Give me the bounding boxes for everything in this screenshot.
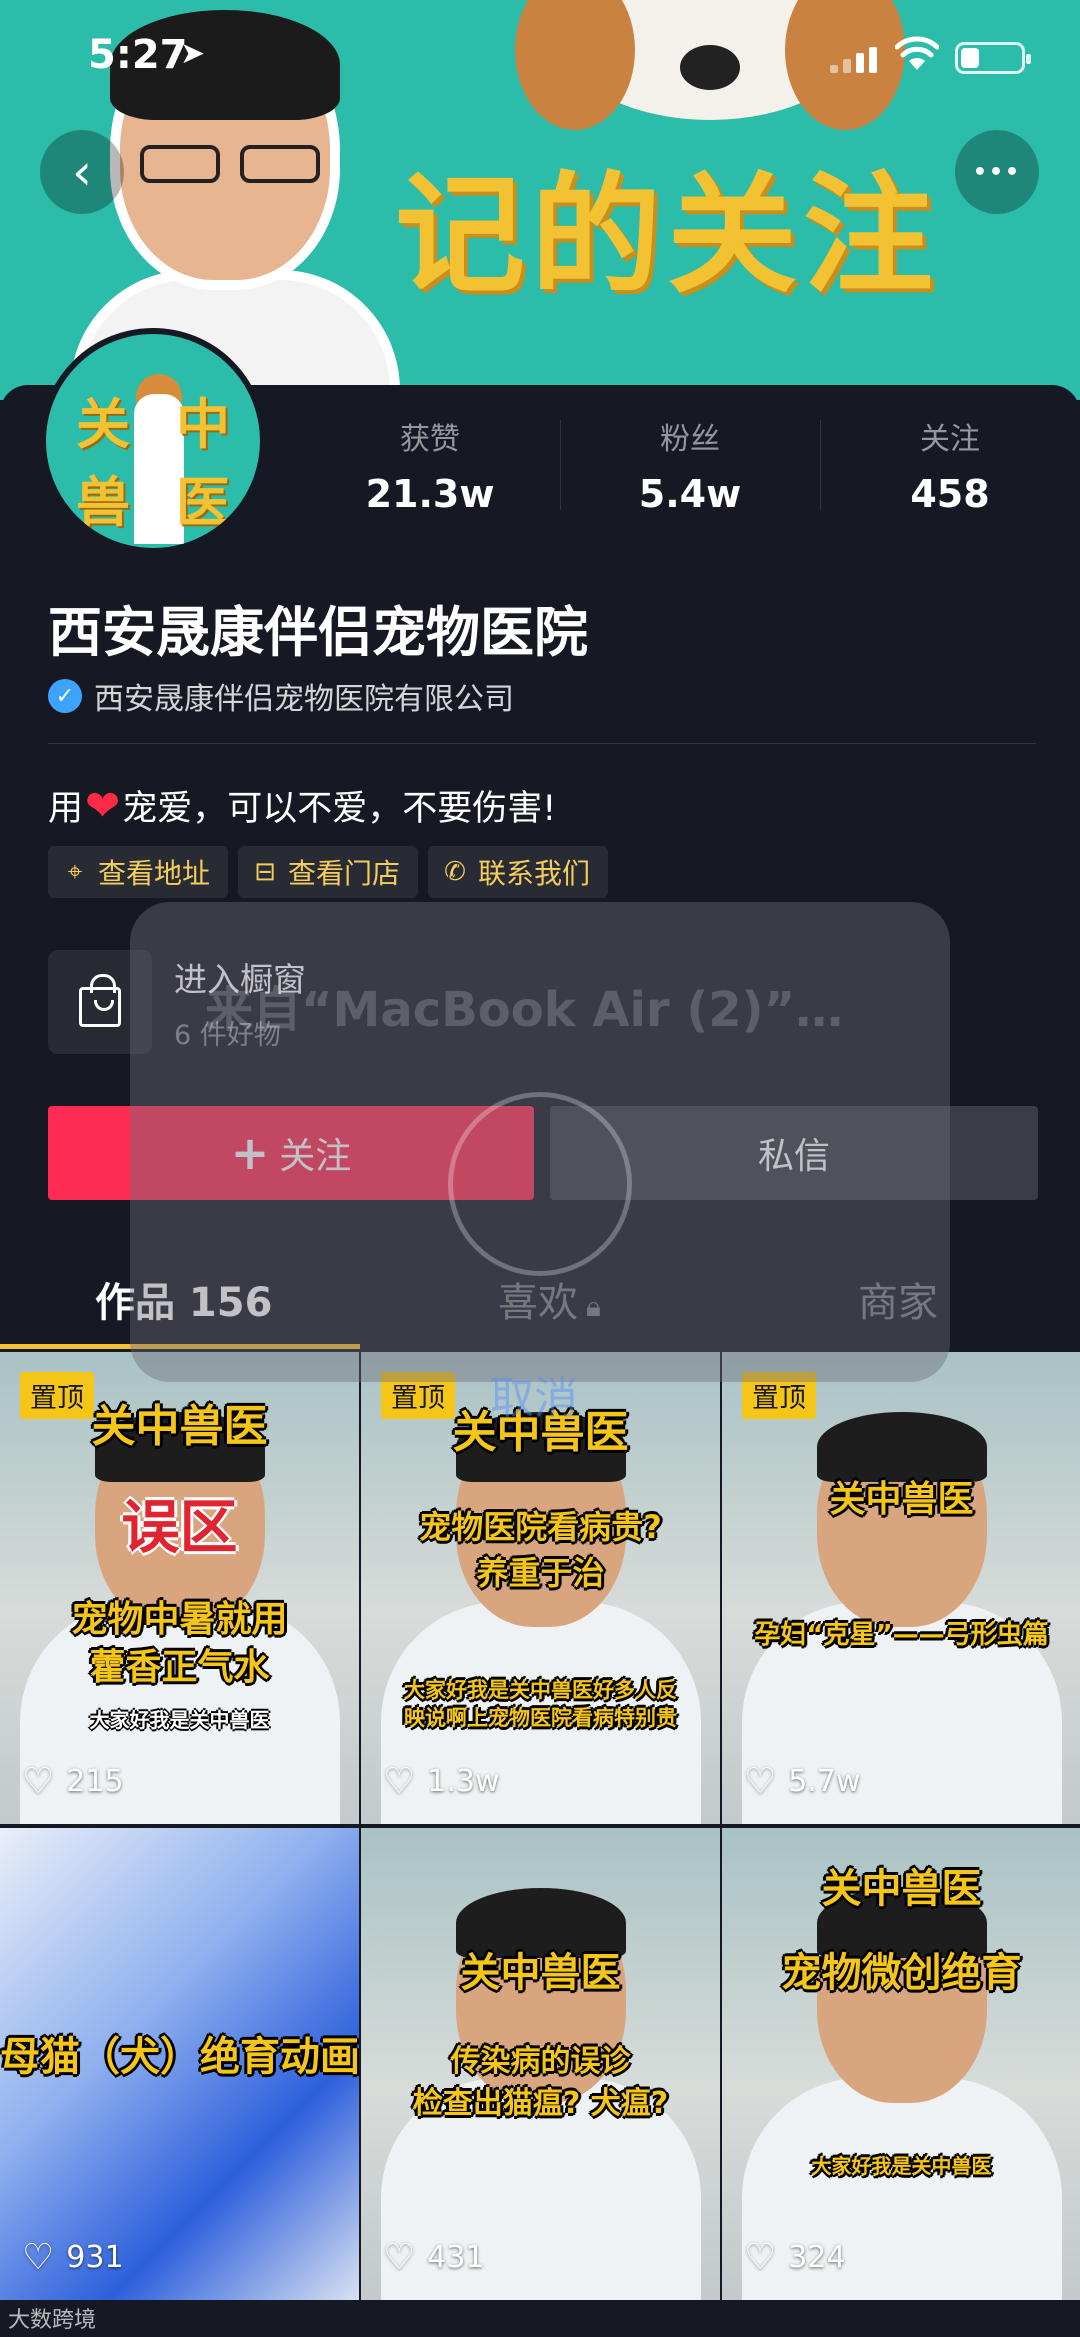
banner-text: 记的关注 — [395, 159, 940, 311]
video-grid: 置顶 关中兽医 误区 宠物中暑就用 藿香正气水 大家好我是关中兽医 ♡ 215 置… — [0, 1352, 1080, 2337]
watermark: 大数跨境 — [8, 2308, 97, 2333]
video-likes: ♡ 5.7w — [744, 1761, 861, 1802]
video-caption: 传染病的误诊 — [450, 2044, 631, 2079]
video-caption: 关中兽医 — [91, 1401, 268, 1452]
video-thumbnail[interactable]: 关中兽医 传染病的误诊 检查出猫瘟? 犬瘟? ♡ 431 — [361, 1828, 720, 2300]
avatar[interactable]: 关 中 兽 医 — [40, 328, 266, 554]
heart-outline-icon: ♡ — [22, 2237, 55, 2278]
video-caption: 藿香正气水 — [89, 1647, 270, 1688]
video-thumbnail[interactable]: 母猫（犬）绝育动画 ♡ 931 — [0, 1828, 359, 2300]
video-caption: 关中兽医 — [829, 1479, 974, 1520]
profile-bio: 用 ❤ 宠爱，可以不爱，不要伤害! — [48, 781, 557, 830]
red-heart-icon: ❤ — [85, 781, 121, 830]
video-caption: 宠物医院看病贵? — [419, 1508, 662, 1546]
video-caption: 误区 — [121, 1493, 238, 1561]
video-caption: 孕妇“克星”——弓形虫篇 — [754, 1620, 1049, 1650]
store-icon: ⊟ — [254, 857, 276, 887]
verified-check-icon: ✓ — [48, 679, 82, 713]
tag-view-address[interactable]: ⌖ 查看地址 — [48, 846, 229, 898]
airdrop-overlay: 来自“MacBook Air (2)”… 取消 — [130, 902, 950, 1424]
cancel-button[interactable]: 取消 — [490, 1362, 578, 1426]
profile-tags: ⌖ 查看地址 ⊟ 查看门店 ✆ 联系我们 — [48, 846, 609, 898]
dog-illustration — [515, 0, 905, 130]
battery-icon — [955, 42, 1031, 74]
video-likes: ♡ 215 — [22, 1761, 124, 1802]
back-button[interactable]: ‹ — [40, 130, 124, 214]
status-time: 5:27 — [88, 32, 188, 78]
location-arrow-icon: ➤ — [180, 36, 206, 71]
heart-outline-icon: ♡ — [383, 1761, 416, 1802]
verified-org: ✓ 西安晟康伴侣宠物医院有限公司 — [48, 674, 514, 718]
video-likes: ♡ 324 — [744, 2237, 846, 2278]
location-pin-icon: ⌖ — [67, 856, 83, 887]
video-thumbnail[interactable]: 置顶 关中兽医 孕妇“克星”——弓形虫篇 ♡ 5.7w — [722, 1352, 1080, 1824]
video-caption: 映说啊上宠物医院看病特别贵 — [404, 1706, 677, 1730]
wifi-icon — [895, 36, 939, 70]
video-caption: 母猫（犬）绝育动画 — [0, 2034, 359, 2080]
stat-likes-received[interactable]: 获赞 21.3w — [300, 410, 560, 520]
cellular-signal-icon — [830, 45, 880, 73]
heart-outline-icon: ♡ — [383, 2237, 416, 2278]
video-likes: ♡ 1.3w — [383, 1761, 500, 1802]
stat-following[interactable]: 关注 458 — [820, 410, 1080, 520]
video-thumbnail[interactable]: 置顶 关中兽医 误区 宠物中暑就用 藿香正气水 大家好我是关中兽医 ♡ 215 — [0, 1352, 359, 1824]
video-caption: 检查出猫瘟? 犬瘟? — [412, 2086, 669, 2121]
phone-icon: ✆ — [444, 857, 466, 887]
video-caption: 关中兽医 — [460, 1950, 621, 1996]
more-dots-icon: ••• — [972, 159, 1022, 185]
video-likes: ♡ 431 — [383, 2237, 485, 2278]
heart-outline-icon: ♡ — [22, 1761, 55, 1802]
tag-contact-us[interactable]: ✆ 联系我们 — [428, 846, 609, 898]
airdrop-title: 来自“MacBook Air (2)”… — [205, 982, 844, 1038]
progress-ring-icon — [448, 1092, 632, 1276]
video-caption: 养重于治 — [476, 1554, 605, 1592]
video-caption: 大家好我是关中兽医 — [811, 2154, 992, 2178]
profile-name: 西安晟康伴侣宠物医院 — [48, 601, 588, 664]
tag-view-store[interactable]: ⊟ 查看门店 — [238, 846, 419, 898]
chevron-left-icon: ‹ — [72, 143, 92, 201]
video-likes: ♡ 931 — [22, 2237, 124, 2278]
video-caption: 大家好我是关中兽医好多人反 — [404, 1678, 677, 1702]
video-caption: 宠物中暑就用 — [71, 1599, 288, 1640]
profile-stats: 获赞 21.3w 粉丝 5.4w 关注 458 — [300, 410, 1080, 520]
video-caption: 大家好我是关中兽医 — [89, 1708, 270, 1732]
video-caption: 宠物微创绝育 — [781, 1950, 1022, 1996]
heart-outline-icon: ♡ — [744, 1761, 777, 1802]
heart-outline-icon: ♡ — [744, 2237, 777, 2278]
verified-org-name: 西安晟康伴侣宠物医院有限公司 — [94, 682, 514, 717]
divider — [48, 743, 1036, 744]
more-options-button[interactable]: ••• — [955, 130, 1039, 214]
stat-followers[interactable]: 粉丝 5.4w — [560, 410, 820, 520]
video-caption: 关中兽医 — [821, 1866, 982, 1912]
video-thumbnail[interactable]: 关中兽医 宠物微创绝育 大家好我是关中兽医 ♡ 324 — [722, 1828, 1080, 2300]
